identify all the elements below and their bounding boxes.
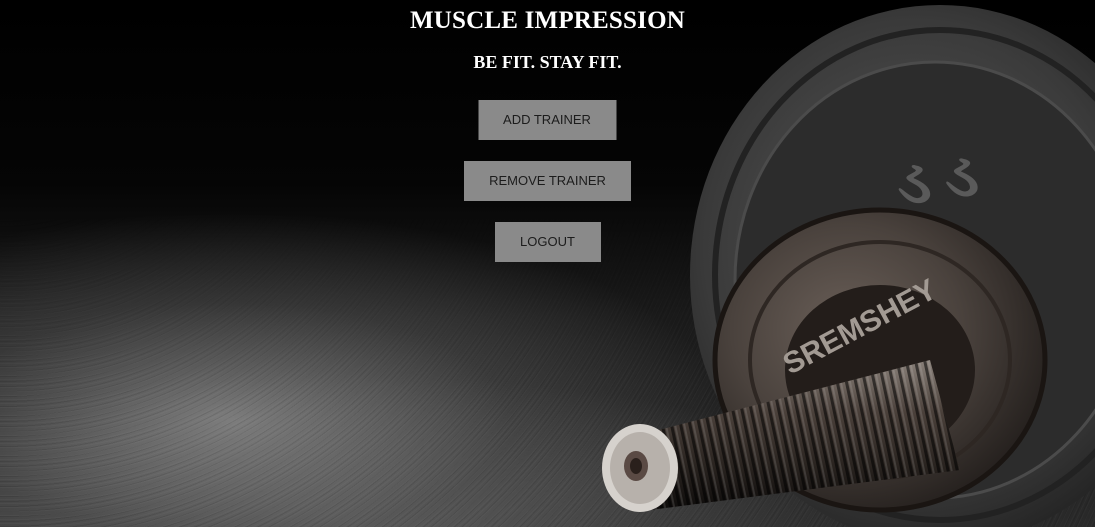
page-title: MUSCLE IMPRESSION — [410, 7, 685, 34]
tagline: BE FIT. STAY FIT. — [473, 52, 622, 72]
add-trainer-button[interactable]: ADD TRAINER — [478, 100, 616, 140]
main-panel: MUSCLE IMPRESSION BE FIT. STAY FIT. ADD … — [0, 0, 1095, 262]
page-background: ડ ડ SREMSHEY MUSCLE IMPRESSION BE FIT. S… — [0, 0, 1095, 527]
remove-trainer-button[interactable]: REMOVE TRAINER — [464, 161, 631, 201]
logout-button[interactable]: LOGOUT — [494, 222, 601, 262]
